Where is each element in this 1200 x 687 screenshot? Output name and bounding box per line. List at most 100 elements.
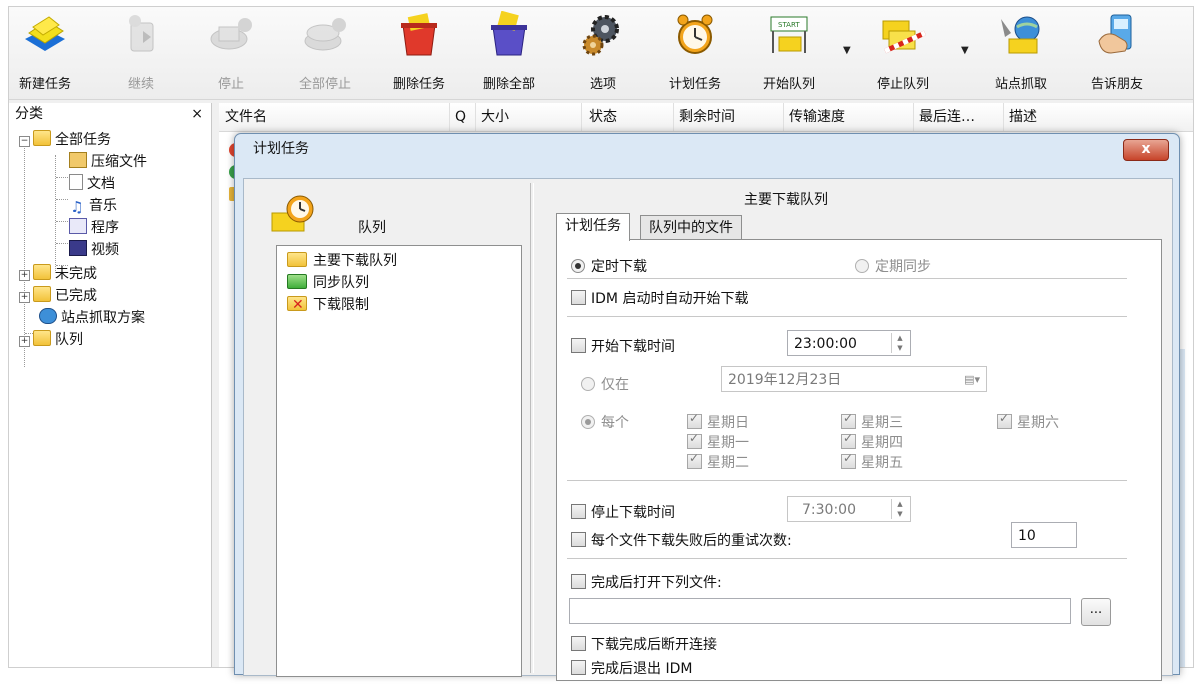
time-spinner[interactable]: ▲ ▼ bbox=[891, 333, 908, 353]
once-radio[interactable]: 仅在 bbox=[581, 374, 629, 394]
options-button[interactable]: 选项 bbox=[575, 11, 631, 97]
separator bbox=[567, 558, 1127, 559]
browse-button[interactable]: ... bbox=[1081, 598, 1111, 626]
category-header: 分类 × bbox=[9, 103, 211, 125]
start-download-at-checkbox[interactable]: 开始下载时间 bbox=[571, 336, 675, 356]
new-task-icon bbox=[21, 11, 69, 59]
retry-count-input[interactable]: 10 bbox=[1011, 522, 1077, 548]
tell-friend-button[interactable]: 告诉朋友 bbox=[1085, 11, 1149, 97]
start-time-input[interactable]: 23:00:00 ▲ ▼ bbox=[787, 330, 911, 356]
alarm-clock-icon bbox=[671, 11, 719, 59]
tree-item-queues[interactable]: + 队列 bbox=[19, 329, 83, 351]
open-file-checkbox[interactable]: 完成后打开下列文件: bbox=[571, 572, 722, 592]
tab-schedule[interactable]: 计划任务 bbox=[556, 213, 630, 241]
queue-list[interactable]: 主要下载队列 同步队列 ✕ 下载限制 bbox=[276, 245, 522, 677]
tree-item-all[interactable]: − 全部任务 bbox=[19, 129, 111, 151]
scheduler-button[interactable]: 计划任务 bbox=[663, 11, 727, 97]
delete-all-icon bbox=[485, 10, 533, 59]
tree-item-unfinished[interactable]: + 未完成 bbox=[19, 263, 97, 285]
column-filename[interactable]: 文件名 bbox=[219, 103, 450, 131]
tree-item-music[interactable]: ♫ 音乐 bbox=[69, 195, 117, 217]
stop-download-at-checkbox[interactable]: 停止下载时间 bbox=[571, 502, 675, 522]
column-time-left[interactable]: 剩余时间 bbox=[673, 103, 784, 131]
exit-idm-checkbox[interactable]: 完成后退出 IDM bbox=[571, 658, 692, 678]
date-picker[interactable]: 2019年12月23日 ▤▾ bbox=[721, 366, 987, 392]
stop-icon bbox=[207, 11, 255, 59]
folder-open-icon bbox=[33, 130, 51, 146]
stop-all-button[interactable]: 全部停止 bbox=[295, 11, 355, 97]
queue-name-title: 主要下载队列 bbox=[744, 192, 828, 208]
stop-queue-dropdown-icon[interactable]: ▼ bbox=[961, 45, 969, 56]
start-queue-button[interactable]: START 开始队列 bbox=[757, 11, 821, 97]
column-last-try[interactable]: 最后连… bbox=[913, 103, 1004, 131]
day-thursday-checkbox[interactable]: 星期四 bbox=[841, 431, 903, 452]
toolbar: 新建任务 继续 停止 全部停止 删除任务 删除全部 选项 计划任务 START … bbox=[9, 7, 1193, 100]
dialog-title: 计划任务 bbox=[253, 141, 309, 157]
one-time-radio[interactable]: 定时下载 bbox=[571, 256, 647, 276]
queue-item-main[interactable]: 主要下载队列 bbox=[287, 250, 397, 272]
delete-all-button[interactable]: 删除全部 bbox=[479, 10, 539, 97]
tree-item-programs[interactable]: 程序 bbox=[69, 217, 119, 239]
column-status[interactable]: 状态 bbox=[583, 103, 674, 131]
collapse-icon[interactable]: − bbox=[19, 136, 30, 147]
close-icon[interactable]: × bbox=[191, 103, 203, 125]
day-saturday-checkbox[interactable]: 星期六 bbox=[997, 411, 1059, 432]
queue-item-limit[interactable]: ✕ 下载限制 bbox=[287, 294, 369, 316]
queue-item-sync[interactable]: 同步队列 bbox=[287, 272, 369, 294]
calendar-dropdown-icon[interactable]: ▤▾ bbox=[964, 367, 980, 393]
program-window-icon bbox=[69, 218, 87, 234]
column-description[interactable]: 描述 bbox=[1003, 103, 1189, 131]
stop-queue-button[interactable]: 停止队列 bbox=[871, 11, 935, 97]
tree-item-grabber-projects[interactable]: 站点抓取方案 bbox=[39, 307, 145, 329]
column-speed[interactable]: 传输速度 bbox=[783, 103, 914, 131]
day-sunday-checkbox[interactable]: 星期日 bbox=[687, 411, 749, 432]
expand-icon[interactable]: + bbox=[19, 292, 30, 303]
document-icon bbox=[69, 174, 83, 190]
folder-download-icon bbox=[33, 264, 51, 280]
archive-icon bbox=[69, 152, 87, 168]
separator bbox=[567, 278, 1127, 279]
start-on-idm-checkbox[interactable]: IDM 启动时自动开始下载 bbox=[571, 288, 748, 308]
folder-x-icon: ✕ bbox=[287, 296, 307, 313]
day-friday-checkbox[interactable]: 星期五 bbox=[841, 451, 903, 472]
separator bbox=[567, 316, 1127, 317]
tab-files-in-queue[interactable]: 队列中的文件 bbox=[640, 215, 742, 240]
video-icon bbox=[69, 240, 87, 256]
alarm-clock-icon bbox=[270, 191, 316, 235]
dialog-close-button[interactable]: x bbox=[1123, 139, 1169, 161]
expand-icon[interactable]: + bbox=[19, 336, 30, 347]
category-panel: 分类 × − 全部任务 压缩文件 文档 ♫ 音乐 程序 视频 + 未完成 + 已… bbox=[9, 103, 212, 667]
stop-time-input[interactable]: 7:30:00 ▲ ▼ bbox=[787, 496, 911, 522]
daily-radio[interactable]: 每个 bbox=[581, 412, 629, 432]
schedule-panel: 定时下载 定期同步 IDM 启动时自动开始下载 开始下载时间 23:00:00 … bbox=[556, 239, 1162, 681]
new-task-button[interactable]: 新建任务 bbox=[15, 11, 75, 97]
tree-item-video[interactable]: 视频 bbox=[69, 239, 119, 261]
start-queue-icon: START bbox=[765, 11, 813, 59]
gear-icon bbox=[579, 11, 627, 59]
resume-button[interactable]: 继续 bbox=[113, 11, 169, 97]
stop-button[interactable]: 停止 bbox=[203, 11, 259, 97]
column-q[interactable]: Q bbox=[449, 103, 476, 131]
hangup-checkbox[interactable]: 下载完成后断开连接 bbox=[571, 634, 717, 654]
folder-icon bbox=[287, 252, 307, 267]
open-file-path-input[interactable] bbox=[569, 598, 1071, 624]
periodic-sync-radio[interactable]: 定期同步 bbox=[855, 256, 931, 276]
expand-icon[interactable]: + bbox=[19, 270, 30, 281]
tree-item-documents[interactable]: 文档 bbox=[69, 173, 115, 195]
globe-icon bbox=[39, 308, 57, 324]
pane-splitter[interactable] bbox=[530, 183, 534, 673]
tree-item-finished[interactable]: + 已完成 bbox=[19, 285, 97, 307]
column-size[interactable]: 大小 bbox=[475, 103, 582, 131]
retry-checkbox[interactable]: 每个文件下载失败后的重试次数: bbox=[571, 530, 792, 550]
delete-task-button[interactable]: 删除任务 bbox=[389, 11, 449, 97]
day-monday-checkbox[interactable]: 星期一 bbox=[687, 431, 749, 452]
scheduler-dialog: 计划任务 x 队列 主要下载队列 同步队列 ✕ 下载限制 主要下载队列 计划任务… bbox=[234, 133, 1180, 681]
time-spinner[interactable]: ▲ ▼ bbox=[891, 499, 908, 519]
tree-item-compressed[interactable]: 压缩文件 bbox=[69, 151, 147, 173]
day-wednesday-checkbox[interactable]: 星期三 bbox=[841, 411, 903, 432]
start-queue-dropdown-icon[interactable]: ▼ bbox=[843, 45, 851, 56]
grabber-button[interactable]: 站点抓取 bbox=[989, 11, 1053, 97]
day-tuesday-checkbox[interactable]: 星期二 bbox=[687, 451, 749, 472]
list-header: 文件名 Q 大小 状态 剩余时间 传输速度 最后连… 描述 bbox=[219, 103, 1193, 132]
phone-hand-icon bbox=[1093, 11, 1141, 59]
